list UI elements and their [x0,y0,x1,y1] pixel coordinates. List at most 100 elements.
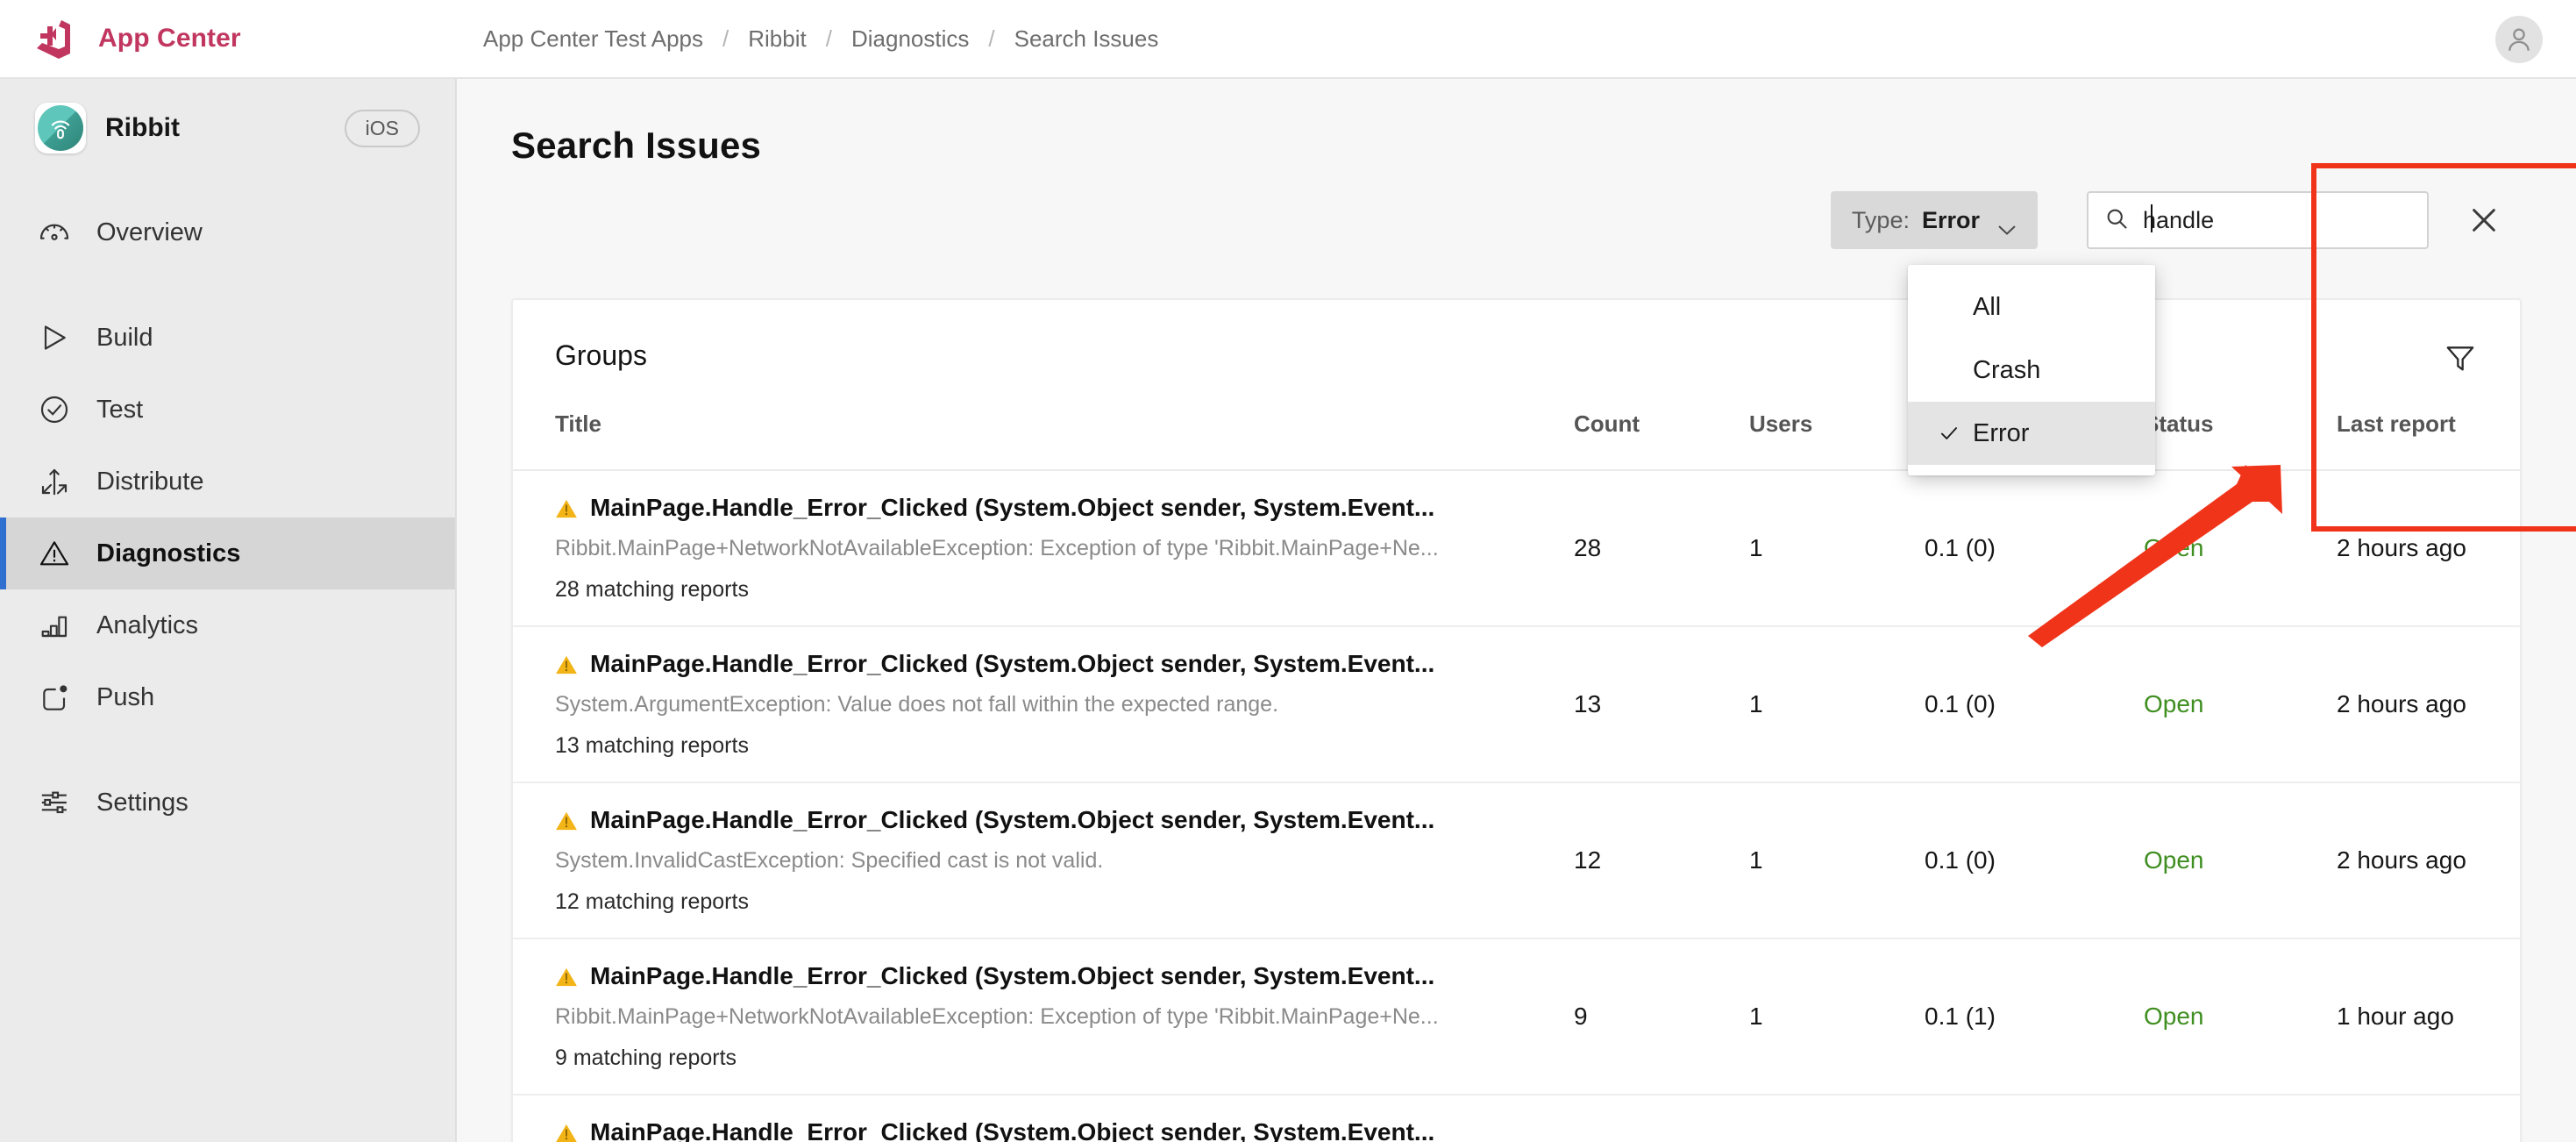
breadcrumb-item-3[interactable]: Search Issues [1014,25,1159,53]
cell-users: 1 [1749,1003,1763,1030]
cell-count: 13 [1574,690,1602,717]
table-row[interactable]: MainPage.Handle_Error_Clicked (System.Ob… [513,939,2520,1095]
funnel-icon[interactable] [2443,340,2478,375]
cell-last-report: 1 hour ago [2337,1095,2520,1142]
warning-triangle-icon [555,966,578,987]
issues-table: Title Count Users Status Last report Mai… [513,410,2520,1142]
table-row[interactable]: MainPage.Handle_Error_Clicked (System.Ob… [513,782,2520,939]
cell-affected: 0.1 (1) [1925,1003,1996,1030]
type-filter-value: Error [1921,206,1980,233]
brand[interactable]: App Center [32,15,457,62]
main-content: Search Issues Type: Error handle All Cra… [457,79,2576,1142]
sidebar-item-overview[interactable]: Overview [0,196,455,268]
gauge-icon [35,213,74,252]
issue-matching-reports: 9 matching reports [555,1046,737,1070]
status-badge: Open [2144,690,2204,717]
table-row[interactable]: MainPage.Handle_Error_Clicked (System.Ob… [513,626,2520,782]
status-badge: Open [2144,1003,2204,1030]
dropdown-option-error[interactable]: Error [1908,402,2155,465]
issue-title-link[interactable]: MainPage.Handle_Error_Clicked (System.Ob… [555,1118,1574,1142]
dropdown-option-crash[interactable]: Crash [1908,339,2155,402]
sidebar-item-label: Test [96,395,144,424]
user-avatar-icon[interactable] [2495,16,2543,63]
distribute-icon [35,462,74,501]
issue-title-link[interactable]: MainPage.Handle_Error_Clicked (System.Ob… [555,962,1574,990]
sidebar-item-label: Diagnostics [96,539,241,567]
breadcrumb-item-1[interactable]: Ribbit [748,25,806,53]
cell-count: 9 [1574,1003,1588,1030]
issue-title-link[interactable]: MainPage.Handle_Error_Clicked (System.Ob… [555,650,1574,678]
column-header-title[interactable]: Title [513,410,1574,470]
cell-users: 1 [1749,534,1763,561]
issue-subtitle: System.InvalidCastException: Specified c… [555,848,1104,873]
cell-users: 1 [1749,846,1763,874]
sidebar-item-build[interactable]: Build [0,302,455,374]
cell-affected: 0.1 (0) [1925,534,1996,561]
breadcrumb-item-0[interactable]: App Center Test Apps [483,25,703,53]
cell-title: MainPage.Handle_Error_Clicked (System.Ob… [513,470,1574,626]
top-bar: App Center App Center Test Apps / Ribbit… [0,0,2576,79]
issue-title-link[interactable]: MainPage.Handle_Error_Clicked (System.Ob… [555,494,1574,522]
column-header-status[interactable]: Status [2144,410,2337,470]
cell-count: 28 [1574,534,1602,561]
breadcrumb-separator: / [825,25,832,52]
cell-affected: 0.1 (0) [1925,846,1996,874]
issue-title-text: MainPage.Handle_Error_Clicked (System.Ob… [590,806,1435,833]
sidebar-item-label: Analytics [96,610,199,639]
search-input[interactable]: handle [2087,191,2429,249]
sidebar: Ribbit iOS Overview Build Test Distribut… [0,79,457,1142]
sidebar-item-test[interactable]: Test [0,374,455,446]
sidebar-divider-gap [0,268,455,302]
sidebar-item-label: Settings [96,788,189,817]
sidebar-item-label: Build [96,323,153,352]
dropdown-option-label: All [1973,292,2002,321]
cell-count: 12 [1574,846,1602,874]
issue-title-text: MainPage.Handle_Error_Clicked (System.Ob… [590,962,1435,989]
search-icon [2104,206,2129,235]
issue-title-text: MainPage.Handle_Error_Clicked (System.Ob… [590,1118,1435,1142]
cell-last-report: 1 hour ago [2337,1003,2454,1030]
platform-badge: iOS [344,109,420,147]
table-row[interactable]: MainPage.Handle_Error_Clicked (System.Ob… [513,470,2520,626]
cell-last-report: 2 hours ago [2337,690,2466,717]
column-header-last-report[interactable]: Last report [2337,410,2520,470]
dropdown-option-all[interactable]: All [1908,275,2155,339]
breadcrumb-item-2[interactable]: Diagnostics [851,25,969,53]
sidebar-app-header[interactable]: Ribbit iOS [0,79,455,177]
cell-status: Open [2144,782,2337,939]
warning-triangle-icon [35,534,74,573]
cell-affected: 0.1 (1) [1925,1095,2144,1142]
issue-subtitle: Ribbit.MainPage+NetworkNotAvailableExcep… [555,536,1439,560]
sidebar-item-push[interactable]: Push [0,661,455,733]
sidebar-item-diagnostics[interactable]: Diagnostics [0,517,455,589]
sidebar-item-analytics[interactable]: Analytics [0,589,455,661]
push-notification-icon [35,678,74,717]
type-filter-dropdown[interactable]: Type: Error [1830,191,2038,249]
play-icon [35,318,74,357]
issues-table-body: MainPage.Handle_Error_Clicked (System.Ob… [513,470,2520,1142]
sidebar-item-settings[interactable]: Settings [0,767,455,839]
cell-status: Open [2144,470,2337,626]
issue-title-link[interactable]: MainPage.Handle_Error_Clicked (System.Ob… [555,806,1574,834]
checkmark-icon [1938,422,1960,445]
issue-title-text: MainPage.Handle_Error_Clicked (System.Ob… [590,650,1435,677]
issue-subtitle: Ribbit.MainPage+NetworkNotAvailableExcep… [555,1004,1439,1029]
table-row[interactable]: MainPage.Handle_Error_Clicked (System.Ob… [513,1095,2520,1142]
breadcrumb: App Center Test Apps / Ribbit / Diagnost… [483,25,1158,53]
cell-last-report: 2 hours ago [2337,846,2466,874]
close-icon[interactable] [2466,202,2502,239]
sidebar-nav: Overview Build Test Distribute Diagnosti… [0,196,455,839]
sidebar-item-distribute[interactable]: Distribute [0,446,455,517]
sidebar-item-label: Push [96,682,155,711]
cell-status: Open [2144,939,2337,1095]
ribbit-app-icon [35,103,86,153]
cell-last-report: 2 hours ago [2337,534,2466,561]
cell-title: MainPage.Handle_Error_Clicked (System.Ob… [513,1095,1574,1142]
brand-name: App Center [98,24,241,53]
cell-count: 4 [1574,1095,1749,1142]
column-header-users[interactable]: Users [1749,410,1925,470]
filter-bar: Type: Error handle [1830,191,2502,249]
sidebar-divider-gap [0,733,455,767]
column-header-count[interactable]: Count [1574,410,1749,470]
cell-status: Open [2144,626,2337,782]
